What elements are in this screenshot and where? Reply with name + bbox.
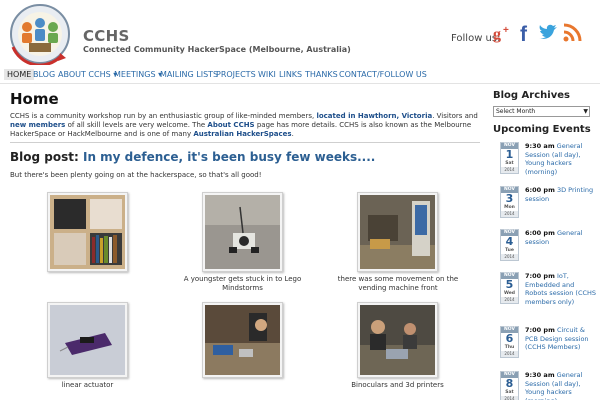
event-time: 7:00 pm xyxy=(525,326,555,334)
calendar-date-icon: NOV 3 Mon 2014 xyxy=(500,186,519,218)
nav-meetings[interactable]: MEETINGS ▾ xyxy=(114,70,162,79)
event-time: 9:30 am xyxy=(525,371,555,379)
location-link[interactable]: located in Hawthorn, Victoria xyxy=(316,112,432,120)
event-time: 7:00 pm xyxy=(525,272,555,280)
photo-workshop-table[interactable] xyxy=(202,302,283,378)
nav-thanks[interactable]: THANKS xyxy=(305,70,338,79)
photo-bookshelf[interactable] xyxy=(47,192,128,272)
calendar-date-icon: NOV 5 Wed 2014 xyxy=(500,272,519,304)
event-item[interactable]: NOV 4 Tue 2014 6:00 pm General session xyxy=(493,229,600,262)
nav-links[interactable]: LINKS xyxy=(279,70,302,79)
event-year: 2014 xyxy=(501,351,518,357)
calendar-date-icon: NOV 6 Thu 2014 xyxy=(500,326,519,358)
nav-wiki[interactable]: WIKI xyxy=(258,70,276,79)
event-day: 1 xyxy=(505,148,514,161)
calendar-date-icon: NOV 4 Tue 2014 xyxy=(500,229,519,261)
site-title[interactable]: CCHS xyxy=(83,27,130,45)
facebook-icon[interactable]: f xyxy=(515,22,537,46)
site-tagline: Connected Community HackerSpace (Melbour… xyxy=(83,45,351,54)
post-body: But there's been plenty going on at the … xyxy=(10,171,262,179)
event-day: 8 xyxy=(505,377,514,390)
event-day: 5 xyxy=(505,278,514,291)
event-text[interactable]: 7:00 pm IoT, Embedded and Robots session… xyxy=(525,272,597,306)
archives-heading: Blog Archives xyxy=(493,90,570,101)
event-item[interactable]: NOV 1 Sat 2014 9:30 am General Session (… xyxy=(493,142,600,176)
month-select[interactable]: Select Month ▼ xyxy=(493,106,590,117)
nav-blog[interactable]: BLOG xyxy=(33,70,55,79)
intro-paragraph: CCHS is a community workshop run by an e… xyxy=(10,112,482,139)
event-text[interactable]: 6:00 pm 3D Printing session xyxy=(525,186,597,203)
nav-about[interactable]: ABOUT CCHS ▾ xyxy=(58,70,117,79)
svg-text:g: g xyxy=(493,26,501,43)
page-title: Home xyxy=(10,90,59,108)
event-text[interactable]: 9:30 am General Session (all day), Young… xyxy=(525,371,597,400)
event-item[interactable]: NOV 5 Wed 2014 7:00 pm IoT, Embedded and… xyxy=(493,272,600,306)
photo-caption: A youngster gets stuck in to Lego Mindst… xyxy=(183,275,302,292)
about-cchs-link[interactable]: About CCHS xyxy=(207,121,254,129)
month-select-value: Select Month xyxy=(496,108,536,115)
photo-linear-actuator[interactable] xyxy=(47,302,128,378)
calendar-date-icon: NOV 1 Sat 2014 xyxy=(500,142,519,174)
intro-text: CCHS is a community workshop run by an e… xyxy=(10,112,317,120)
photo-lego-mindstorms[interactable] xyxy=(202,192,283,272)
event-day: 6 xyxy=(505,332,514,345)
calendar-date-icon: NOV 8 Sat 2014 xyxy=(500,371,519,400)
intro-text: . xyxy=(291,130,294,138)
svg-text:f: f xyxy=(520,23,528,44)
event-text[interactable]: 7:00 pm Circuit & PCB Design session (CC… xyxy=(525,326,597,352)
nav-home[interactable]: HOME xyxy=(4,69,35,80)
event-time: 6:00 pm xyxy=(525,186,555,194)
event-year: 2014 xyxy=(501,297,518,303)
photo-caption: Binoculars and 3d printers xyxy=(351,381,444,389)
event-item[interactable]: NOV 6 Thu 2014 7:00 pm Circuit & PCB Des… xyxy=(493,326,600,359)
site-header: CCHS Connected Community HackerSpace (Me… xyxy=(0,0,600,68)
post-label: Blog post: xyxy=(10,150,79,164)
twitter-icon[interactable] xyxy=(537,22,559,44)
intro-text: of all skill levels are very welcome. Th… xyxy=(65,121,208,129)
event-year: 2014 xyxy=(501,167,518,173)
post-title[interactable]: In my defence, it's been busy few weeks.… xyxy=(83,150,375,164)
main-nav: HOME BLOG ABOUT CCHS ▾ MEETINGS ▾ MAILIN… xyxy=(0,68,600,84)
photo-binoculars-3d-printers[interactable] xyxy=(357,302,438,378)
nav-mailing-lists[interactable]: MAILING LISTS xyxy=(160,70,218,79)
google-plus-icon[interactable]: g + xyxy=(492,22,514,44)
photo-caption: there was some movement on the vending m… xyxy=(337,275,459,292)
event-item[interactable]: NOV 8 Sat 2014 9:30 am General Session (… xyxy=(493,371,600,400)
event-year: 2014 xyxy=(501,396,518,400)
new-members-link[interactable]: new members xyxy=(10,121,65,129)
event-day: 4 xyxy=(505,235,514,248)
chevron-down-icon: ▼ xyxy=(583,108,588,115)
nav-projects[interactable]: PROJECTS xyxy=(216,70,256,79)
post-heading: Blog post: In my defence, it's been busy… xyxy=(10,150,375,164)
cchs-logo[interactable] xyxy=(5,3,75,67)
australian-hackerspaces-link[interactable]: Australian HackerSpaces xyxy=(193,130,291,138)
events-heading: Upcoming Events xyxy=(493,124,591,135)
event-year: 2014 xyxy=(501,211,518,217)
rss-icon[interactable] xyxy=(561,22,583,44)
divider xyxy=(10,142,480,143)
event-year: 2014 xyxy=(501,254,518,260)
photo-caption: linear actuator xyxy=(61,381,114,389)
intro-text: . Visitors and xyxy=(432,112,478,120)
event-time: 9:30 am xyxy=(525,142,555,150)
event-item[interactable]: NOV 3 Mon 2014 6:00 pm 3D Printing sessi… xyxy=(493,186,600,219)
event-text[interactable]: 6:00 pm General session xyxy=(525,229,597,246)
event-day: 3 xyxy=(505,192,514,205)
nav-contact[interactable]: CONTACT/FOLLOW US xyxy=(339,70,427,79)
photo-vending-machine[interactable] xyxy=(357,192,438,272)
event-time: 6:00 pm xyxy=(525,229,555,237)
event-text[interactable]: 9:30 am General Session (all day), Young… xyxy=(525,142,597,176)
svg-text:+: + xyxy=(503,25,509,36)
